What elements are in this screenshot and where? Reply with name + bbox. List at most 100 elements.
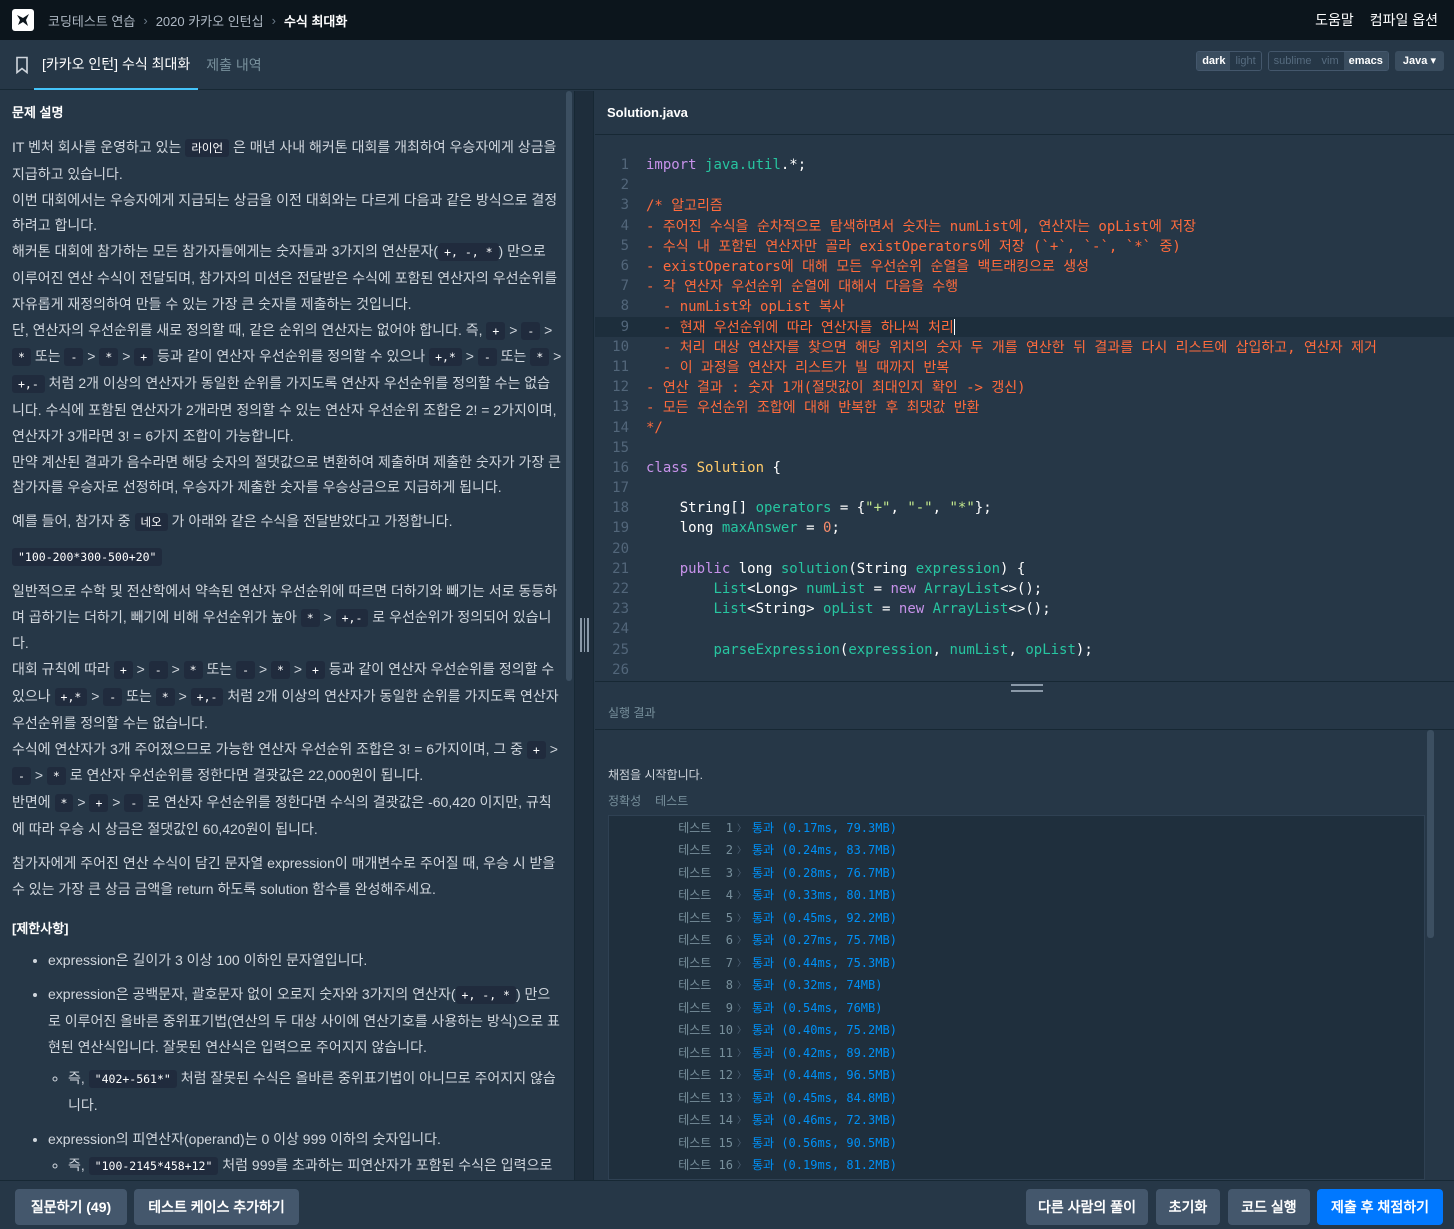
keymap-emacs-button[interactable]: emacs: [1343, 52, 1388, 70]
inline-code: -: [477, 348, 497, 367]
text: 반면에: [12, 794, 55, 811]
code-line: 26: [595, 660, 1454, 680]
code-token: ) {: [1000, 560, 1026, 577]
tab-accuracy[interactable]: 정확성: [608, 792, 641, 809]
inline-code: +,-: [335, 608, 369, 627]
code-line: 21 public long solution(String expressio…: [595, 559, 1454, 579]
code-line: 13 - 모든 우선순위 조합에 대해 반복한 후 최댓값 반환: [595, 397, 1454, 417]
test-separator: 〉: [737, 958, 747, 969]
action-bar: 질문하기 (49) 테스트 케이스 추가하기 다른 사람의 풀이 초기화 코드 …: [0, 1180, 1454, 1229]
inline-code: *: [271, 661, 290, 680]
code-token: new: [898, 601, 925, 618]
inline-code: *: [183, 661, 203, 680]
code-token: ArrayList: [932, 601, 1009, 618]
inline-code: *: [530, 348, 550, 367]
code-token: =: [797, 520, 824, 537]
inline-code: -: [124, 794, 144, 813]
test-label: 테스트 10: [678, 1023, 733, 1038]
run-code-button[interactable]: 코드 실행: [1228, 1189, 1310, 1225]
test-separator: 〉: [737, 1071, 747, 1082]
line-number: 8: [620, 298, 629, 315]
keymap-toggle: sublime vim emacs: [1267, 51, 1389, 71]
inline-code: *: [54, 794, 74, 813]
text: 예를 들어, 참가자 중: [12, 513, 135, 530]
text: 이번 대회에서는 우승자에게 지급되는 상금을 이전 대회와는 다르게 다음과 …: [12, 191, 558, 234]
theme-light-button[interactable]: light: [1230, 52, 1261, 70]
inline-code: -: [521, 321, 541, 340]
test-result-row: 테스트 14 〉 통과 (0.46ms, 72.3MB): [609, 1109, 1424, 1132]
submit-button[interactable]: 제출 후 채점하기: [1317, 1189, 1443, 1225]
line-number: 24: [612, 621, 629, 638]
line-number: 1: [620, 157, 629, 174]
code-token: new: [890, 581, 916, 598]
help-link[interactable]: 도움말: [1315, 10, 1354, 30]
add-testcase-button[interactable]: 테스트 케이스 추가하기: [134, 1189, 299, 1225]
others-solutions-button[interactable]: 다른 사람의 풀이: [1026, 1189, 1148, 1225]
inline-code: +,*: [54, 687, 88, 706]
inline-code: +,*: [429, 348, 462, 367]
line-number: 13: [612, 399, 629, 416]
code-lines[interactable]: 1 import java.util.*; 2 3 /* 알고리즘 4 - 주어진 수…: [595, 155, 1454, 680]
code-token: <Long>: [747, 581, 807, 598]
code-token: expression: [848, 641, 933, 658]
code-token: ,: [932, 500, 950, 517]
code-token: long: [730, 560, 781, 577]
paragraph: 일반적으로 수학 및 전산학에서 약속된 연산자 우선순위에 따르면 더하기와 …: [12, 582, 559, 837]
code-line: 17: [595, 478, 1454, 498]
tab-problem[interactable]: [카카오 인턴] 수식 최대화: [34, 40, 199, 90]
inline-code: +: [486, 321, 506, 340]
code-line: 7 - 각 연산자 우선순위 순열에 대해서 다음을 수행: [595, 276, 1454, 296]
breadcrumb-item-internship[interactable]: 2020 카카오 인턴십: [156, 11, 264, 30]
programmers-logo-icon[interactable]: [12, 9, 34, 31]
text: 또는: [122, 687, 156, 704]
code-comment: - existOperators에 대해 모든 우선순위 순열을 백트래킹으로 …: [646, 259, 1090, 276]
keymap-sublime-button[interactable]: sublime: [1268, 52, 1317, 70]
language-select[interactable]: Java ▾: [1394, 51, 1444, 71]
test-separator: 〉: [737, 891, 747, 902]
tab-submissions[interactable]: 제출 내역: [198, 40, 269, 90]
inline-code: *: [300, 608, 320, 627]
ask-question-button[interactable]: 질문하기 (49): [15, 1189, 127, 1225]
text: 등과 같이 연산자 우선순위를 정의할 수 있으나: [153, 348, 430, 365]
language-label: Java: [1402, 55, 1428, 67]
splitter-grip-icon[interactable]: [1011, 684, 1043, 692]
line-number: 25: [612, 641, 629, 658]
top-navigation-bar: 코딩테스트 연습 › 2020 카카오 인턴십 › 수식 최대화 도움말 컴파일…: [0, 0, 1454, 40]
test-label: 테스트 9: [678, 1000, 733, 1015]
test-separator: 〉: [737, 1161, 747, 1172]
problem-scrollbar[interactable]: [566, 91, 572, 681]
test-result-row: 테스트 2 〉 통과 (0.24ms, 83.7MB): [609, 839, 1424, 862]
code-comment: - 모든 우선순위 조합에 대해 반복한 후 최댓값 반환: [646, 400, 980, 417]
code-token: public: [679, 560, 731, 577]
reset-button[interactable]: 초기화: [1156, 1189, 1220, 1225]
code-editor[interactable]: Solution.java 1 import java.util.*; 2 3 /*…: [595, 91, 1454, 681]
test-separator: 〉: [737, 1138, 747, 1149]
breadcrumb-item-practice[interactable]: 코딩테스트 연습: [48, 11, 135, 30]
code-line: 5 - 수식 내 포함된 연산자만 골라 existOperators에 저장 (…: [595, 236, 1454, 256]
compile-options-link[interactable]: 컴파일 옵션: [1370, 10, 1438, 30]
code-line: 11 - 이 과정을 연산자 리스트가 빌 때까지 반복: [595, 357, 1454, 377]
line-number: 18: [612, 500, 629, 517]
code-token: List: [713, 581, 748, 598]
paragraph: 예를 들어, 참가자 중 네오 가 아래와 같은 수식을 전달받았다고 가정합니…: [12, 509, 562, 536]
text: 처럼 2개 이상의 연산자가 동일한 순위를 가지도록 연산자 우선순위를 정의…: [12, 687, 559, 731]
tab-test[interactable]: 테스트: [655, 792, 688, 809]
theme-dark-button[interactable]: dark: [1197, 52, 1231, 70]
breadcrumb-chevron-icon: ›: [271, 12, 276, 28]
test-result: 통과 (0.44ms, 75.3MB): [752, 955, 897, 970]
text: 즉,: [68, 1070, 89, 1087]
code-comment: - 이 과정을 연산자 리스트가 빌 때까지 반복: [646, 359, 950, 376]
inline-code: +, -, *: [438, 243, 499, 262]
test-result: 통과 (0.46ms, 72.3MB): [752, 1113, 897, 1128]
test-result: 통과 (0.56ms, 90.5MB): [752, 1135, 897, 1150]
results-scrollbar[interactable]: [1427, 730, 1434, 938]
keymap-vim-button[interactable]: vim: [1316, 52, 1344, 70]
caret-down-icon: ▾: [1430, 55, 1436, 67]
code-token: class: [646, 459, 689, 476]
code-token: = {: [831, 500, 866, 517]
code-line: 3 /* 알고리즘: [595, 195, 1454, 215]
bookmark-icon[interactable]: [14, 56, 30, 74]
inline-code: +,-: [190, 687, 224, 706]
code-token: opList: [823, 601, 874, 618]
text: 또는: [202, 661, 237, 678]
